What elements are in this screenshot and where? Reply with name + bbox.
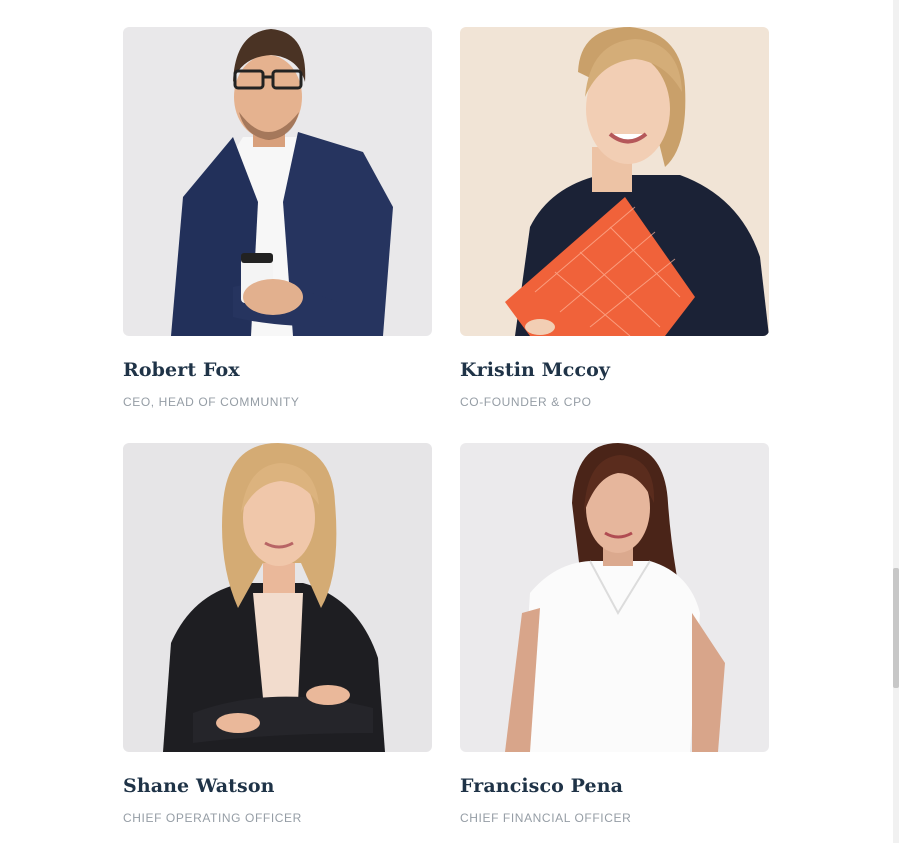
team-member-photo bbox=[460, 443, 769, 752]
team-member-name: Shane Watson bbox=[123, 775, 275, 797]
team-member-photo bbox=[123, 27, 432, 336]
team-card: Robert Fox CEO, Head of Community bbox=[123, 27, 432, 409]
team-card: Kristin Mccoy Co-Founder & CPO bbox=[460, 27, 769, 409]
team-section: Robert Fox CEO, Head of Community bbox=[0, 0, 899, 843]
team-member-photo bbox=[123, 443, 432, 752]
team-card: Francisco Pena Chief Financial Officer bbox=[460, 443, 769, 825]
woman-portrait-image bbox=[460, 27, 769, 336]
scrollbar-track[interactable] bbox=[893, 0, 899, 843]
man-portrait-image bbox=[123, 27, 432, 336]
team-member-role: Chief Financial Officer bbox=[460, 811, 632, 825]
team-member-role: Co-Founder & CPO bbox=[460, 395, 592, 409]
woman-portrait-image bbox=[460, 443, 769, 752]
team-member-name: Robert Fox bbox=[123, 359, 240, 381]
team-member-role: Chief Operating Officer bbox=[123, 811, 302, 825]
scrollbar-thumb[interactable] bbox=[893, 568, 899, 688]
team-member-role: CEO, Head of Community bbox=[123, 395, 300, 409]
team-member-photo bbox=[460, 27, 769, 336]
team-member-name: Francisco Pena bbox=[460, 775, 624, 797]
woman-portrait-image bbox=[123, 443, 432, 752]
team-member-name: Kristin Mccoy bbox=[460, 359, 611, 381]
team-card: Shane Watson Chief Operating Officer bbox=[123, 443, 432, 825]
